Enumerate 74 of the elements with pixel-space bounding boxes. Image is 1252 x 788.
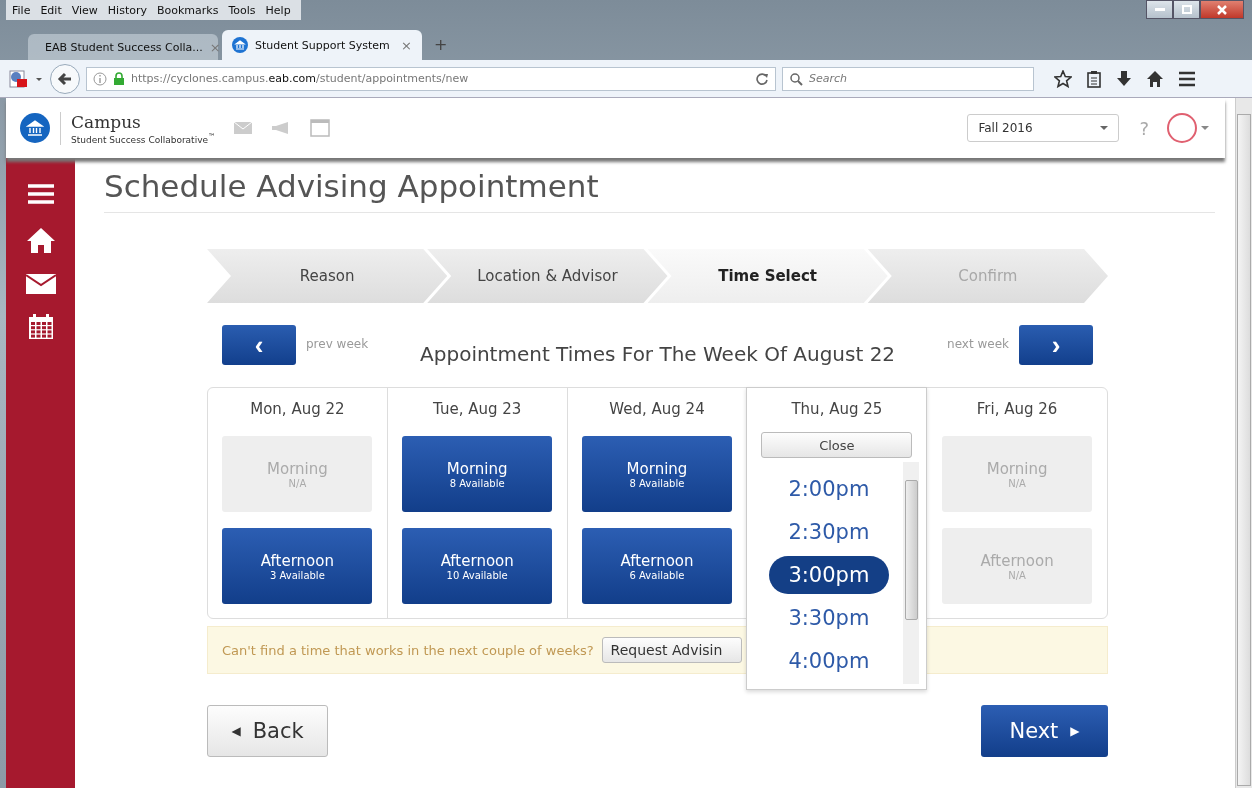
wizard-step[interactable]: Time Select <box>647 249 888 303</box>
brand-tagline: Student Success Collaborative$^{™}$ <box>71 131 216 145</box>
brand-name: Campus <box>71 111 142 132</box>
time-option[interactable]: 3:00pm <box>768 556 889 594</box>
day-label: Fri, Aug 26 <box>976 400 1058 420</box>
pdf-icon <box>8 68 28 89</box>
maximize-button[interactable] <box>1173 0 1200 19</box>
next-button[interactable]: Next ▶ <box>981 705 1108 757</box>
minimize-icon <box>1154 7 1165 12</box>
bank-icon <box>232 37 248 53</box>
clipboard-icon <box>1086 69 1102 88</box>
menu-item[interactable]: Edit <box>36 3 66 17</box>
close-button[interactable] <box>1200 0 1244 19</box>
avatar-icon[interactable] <box>1167 113 1197 143</box>
time-slot-button[interactable]: Morning 8 Available <box>582 436 732 512</box>
calendar-icon <box>27 314 54 340</box>
next-week-label: next week <box>947 337 1009 351</box>
home-icon <box>25 226 56 254</box>
time-slot-button[interactable]: Morning 8 Available <box>402 436 553 512</box>
request-advising-button[interactable]: Request Advisin <box>601 637 742 663</box>
time-option[interactable]: 2:00pm <box>768 470 889 508</box>
day-label: Wed, Aug 24 <box>609 400 705 420</box>
day-label: Tue, Aug 23 <box>433 400 522 420</box>
window-icon <box>309 119 330 137</box>
prev-week-button[interactable]: ‹ <box>222 325 296 365</box>
page-title: Schedule Advising Appointment <box>104 168 1215 213</box>
envelope-icon <box>233 122 252 134</box>
time-option[interactable]: 4:00pm <box>768 642 889 680</box>
day-label: Mon, Aug 22 <box>250 400 345 420</box>
week-title: Appointment Times For The Week Of August 22 <box>419 342 897 366</box>
search-icon <box>789 71 803 86</box>
wizard-step[interactable]: Reason <box>207 249 448 303</box>
home-icon <box>1146 69 1164 88</box>
browser-tab[interactable]: EAB Student Success Colla... × <box>28 34 218 60</box>
logo-icon <box>20 113 50 143</box>
address-bar[interactable]: https://cyclones.campus.eab.com/student/appointments/new <box>86 66 776 91</box>
maximize-icon <box>1181 5 1192 14</box>
back-button[interactable] <box>50 63 80 94</box>
envelope-icon <box>25 274 56 294</box>
time-slot-button[interactable]: Afternoon 6 Available <box>582 528 732 604</box>
day-label: Thu, Aug 25 <box>791 400 883 420</box>
close-icon <box>1217 4 1227 15</box>
download-icon <box>1116 69 1132 88</box>
time-option[interactable]: 3:30pm <box>768 599 889 637</box>
back-button[interactable]: ◀ Back <box>207 705 328 757</box>
time-slot-button[interactable]: Afternoon 10 Available <box>402 528 553 604</box>
prev-week-label: prev week <box>306 337 369 351</box>
close-button[interactable]: Close <box>761 432 913 458</box>
menu-item[interactable]: History <box>103 3 151 17</box>
browser-tab[interactable]: Student Support System × <box>222 30 422 60</box>
arrow-left-icon <box>57 70 73 87</box>
search-field[interactable]: Search <box>782 66 1034 91</box>
menu-icon <box>25 182 56 206</box>
next-week-button[interactable]: › <box>1019 325 1093 365</box>
star-icon <box>1054 69 1072 88</box>
caret-icon <box>1100 125 1109 131</box>
time-option[interactable]: 2:30pm <box>768 513 889 551</box>
menu-item[interactable]: Tools <box>224 3 260 17</box>
scrollbar[interactable] <box>1235 98 1252 788</box>
menu-item[interactable]: Help <box>261 3 295 17</box>
menu-icon <box>1178 70 1196 87</box>
reload-icon <box>755 71 769 86</box>
wizard-step[interactable]: Location & Advisor <box>427 249 668 303</box>
minimize-button[interactable] <box>1146 0 1173 19</box>
info-icon <box>93 71 107 86</box>
term-dropdown[interactable]: Fall 2016 <box>967 114 1120 142</box>
menu-item[interactable]: View <box>67 3 102 17</box>
scrollbar[interactable] <box>903 462 920 684</box>
notice-text: Can't find a time that works in the next couple of weeks? <box>222 642 594 658</box>
menu-item[interactable]: Bookmarks <box>153 3 223 17</box>
lock-icon <box>113 71 125 86</box>
close-tab-icon[interactable]: × <box>401 37 412 53</box>
menu-item[interactable]: File <box>8 3 35 17</box>
time-slot-button[interactable]: Afternoon 3 Available <box>222 528 373 604</box>
